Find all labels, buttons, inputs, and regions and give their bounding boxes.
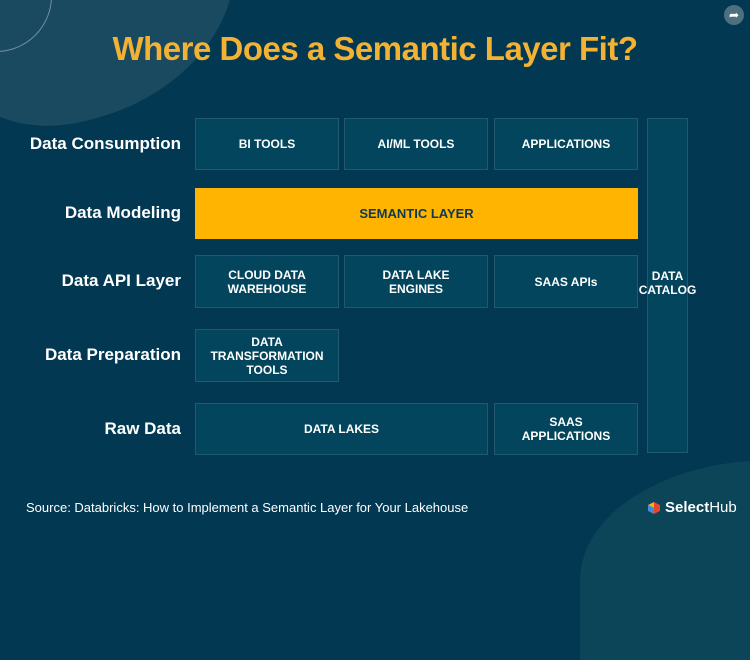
box-applications: APPLICATIONS [494, 118, 638, 170]
box-label: DATA CATALOG [638, 269, 697, 297]
logo-text: SelectHub [665, 499, 737, 516]
box-data-lake-engines: DATA LAKE ENGINES [344, 255, 488, 308]
box-label: SEMANTIC LAYER [359, 205, 474, 221]
row-label-data-preparation: Data Preparation [44, 345, 181, 364]
background-decoration-bottom [580, 460, 750, 660]
box-label: AI/ML TOOLS [377, 137, 455, 151]
box-label: SAAS APIs [534, 274, 598, 289]
box-cloud-data-warehouse: CLOUD DATA WAREHOUSE [195, 255, 339, 308]
source-citation: Source: Databricks: How to Implement a S… [26, 500, 469, 515]
row-label-data-consumption: Data Consumption [29, 134, 181, 153]
share-arrow-icon[interactable]: ➦ [724, 5, 744, 25]
box-label: SAAS APPLICATIONS [521, 415, 611, 443]
box-semantic-layer: SEMANTIC LAYER [195, 188, 638, 239]
row-label-data-api-layer: Data API Layer [61, 271, 181, 290]
row-label-data-modeling: Data Modeling [64, 203, 181, 222]
box-label: CLOUD DATA WAREHOUSE [227, 267, 307, 296]
box-aiml-tools: AI/ML TOOLS [344, 118, 488, 170]
box-data-catalog: DATA CATALOG [639, 118, 696, 453]
box-label: BI TOOLS [238, 137, 296, 151]
box-data-lakes: DATA LAKES [195, 403, 488, 455]
selecthub-logo: SelectHub [647, 499, 737, 516]
box-data-transformation-tools: DATA TRANSFORMATION TOOLS [195, 329, 339, 382]
selecthub-logo-icon [648, 501, 660, 514]
box-saas-apis: SAAS APIs [494, 255, 638, 308]
box-saas-applications: SAAS APPLICATIONS [494, 403, 638, 455]
box-label: APPLICATIONS [521, 137, 611, 151]
diagram-title: Where Does a Semantic Layer Fit? [112, 30, 638, 67]
box-bi-tools: BI TOOLS [195, 118, 339, 170]
box-label: DATA TRANSFORMATION TOOLS [210, 334, 324, 377]
row-label-raw-data: Raw Data [104, 419, 181, 438]
box-label: DATA LAKES [303, 422, 380, 436]
box-label: DATA LAKE ENGINES [382, 267, 450, 296]
